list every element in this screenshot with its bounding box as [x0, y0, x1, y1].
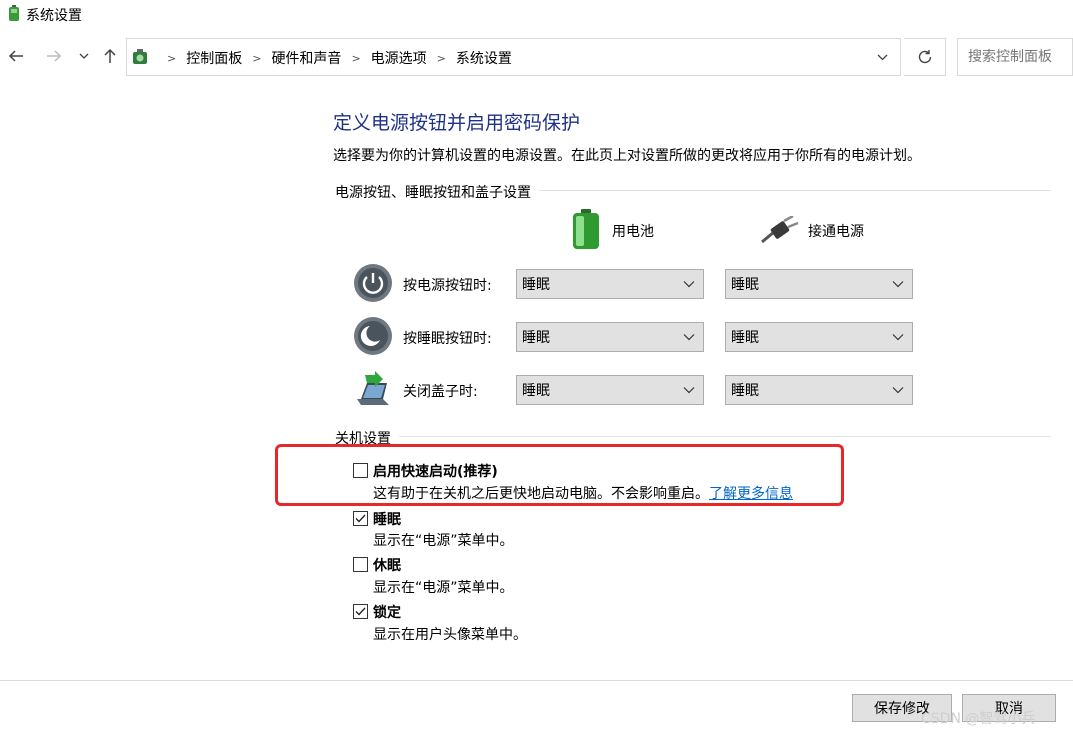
- lid-close-plugged-select[interactable]: 睡眠: [725, 375, 913, 405]
- lid-close-label: 关闭盖子时:: [403, 384, 478, 400]
- chevron-down-icon: [683, 387, 695, 394]
- select-value: 睡眠: [522, 277, 550, 293]
- breadcrumb: > 控制面板 > 硬件和声音 > 电源选项 > 系统设置: [157, 48, 512, 68]
- breadcrumb-system-settings[interactable]: 系统设置: [456, 48, 512, 68]
- up-button[interactable]: [98, 44, 122, 68]
- power-plug-icon: [761, 216, 799, 244]
- chevron-right-icon[interactable]: >: [437, 52, 446, 65]
- laptop-lid-icon: [357, 371, 389, 405]
- sleep-button-battery-select[interactable]: 睡眠: [516, 322, 704, 352]
- chevron-down-icon: [892, 281, 904, 288]
- chevron-right-icon[interactable]: >: [351, 52, 360, 65]
- sleep-button-icon: [354, 317, 392, 355]
- hibernate-option-desc: 显示在“电源”菜单中。: [373, 580, 514, 596]
- breadcrumb-hardware-sound[interactable]: 硬件和声音: [271, 48, 341, 68]
- sleep-option-title: 睡眠: [373, 512, 401, 528]
- refresh-icon: [918, 50, 931, 64]
- sleep-button-plugged-select[interactable]: 睡眠: [725, 322, 913, 352]
- address-dropdown-button[interactable]: [867, 47, 897, 67]
- recent-locations-button[interactable]: [72, 44, 96, 68]
- select-value: 睡眠: [522, 330, 550, 346]
- lock-option-title: 锁定: [373, 605, 401, 621]
- title-bar: 系统设置: [0, 0, 1073, 28]
- breadcrumb-power-options[interactable]: 电源选项: [371, 48, 427, 68]
- lock-checkbox[interactable]: [353, 604, 368, 619]
- power-options-icon: [9, 5, 19, 21]
- select-value: 睡眠: [731, 277, 759, 293]
- chevron-down-icon: [892, 334, 904, 341]
- divider: [335, 436, 1051, 437]
- sleep-button-label: 按睡眠按钮时:: [403, 331, 492, 347]
- page-description: 选择要为你的计算机设置的电源设置。在此页上对设置所做的更改将应用于你所有的电源计…: [333, 148, 921, 164]
- back-button[interactable]: [4, 44, 28, 68]
- chevron-down-icon: [683, 334, 695, 341]
- refresh-button[interactable]: [904, 38, 946, 76]
- chevron-right-icon: >: [167, 51, 177, 65]
- highlight-box: [275, 444, 844, 506]
- arrow-right-icon: [47, 50, 62, 62]
- chevron-down-icon: [877, 54, 887, 60]
- select-value: 睡眠: [731, 383, 759, 399]
- plugged-in-column-label: 接通电源: [808, 224, 864, 240]
- chevron-down-icon: [892, 387, 904, 394]
- power-group-label: 电源按钮、睡眠按钮和盖子设置: [335, 182, 539, 202]
- lock-option-desc: 显示在用户头像菜单中。: [373, 627, 527, 643]
- forward-button[interactable]: [42, 44, 66, 68]
- chevron-right-icon[interactable]: >: [252, 52, 261, 65]
- window-title: 系统设置: [26, 8, 82, 24]
- watermark: CSDN @智驾小兵: [921, 711, 1036, 727]
- select-value: 睡眠: [731, 330, 759, 346]
- hibernate-option-title: 休眠: [373, 558, 401, 574]
- footer-divider: [0, 680, 1073, 681]
- checkmark-icon: [355, 607, 366, 616]
- address-bar[interactable]: > 控制面板 > 硬件和声音 > 电源选项 > 系统设置: [126, 38, 901, 76]
- sleep-checkbox[interactable]: [353, 511, 368, 526]
- page-title: 定义电源按钮并启用密码保护: [333, 112, 581, 134]
- arrow-up-icon: [104, 48, 116, 63]
- arrow-left-icon: [8, 50, 23, 62]
- control-panel-icon: [133, 49, 147, 64]
- power-button-icon: [354, 264, 392, 302]
- sleep-option-desc: 显示在“电源”菜单中。: [373, 533, 514, 549]
- power-button-battery-select[interactable]: 睡眠: [516, 269, 704, 299]
- power-button-plugged-select[interactable]: 睡眠: [725, 269, 913, 299]
- power-button-label: 按电源按钮时:: [403, 278, 492, 294]
- chevron-down-icon: [683, 281, 695, 288]
- chevron-down-icon: [79, 53, 89, 59]
- breadcrumb-control-panel[interactable]: 控制面板: [186, 48, 242, 68]
- battery-icon: [573, 209, 599, 249]
- select-value: 睡眠: [522, 383, 550, 399]
- search-input[interactable]: [957, 38, 1073, 76]
- battery-column-label: 用电池: [612, 224, 654, 240]
- checkmark-icon: [355, 514, 366, 523]
- hibernate-checkbox[interactable]: [353, 557, 368, 572]
- lid-close-battery-select[interactable]: 睡眠: [516, 375, 704, 405]
